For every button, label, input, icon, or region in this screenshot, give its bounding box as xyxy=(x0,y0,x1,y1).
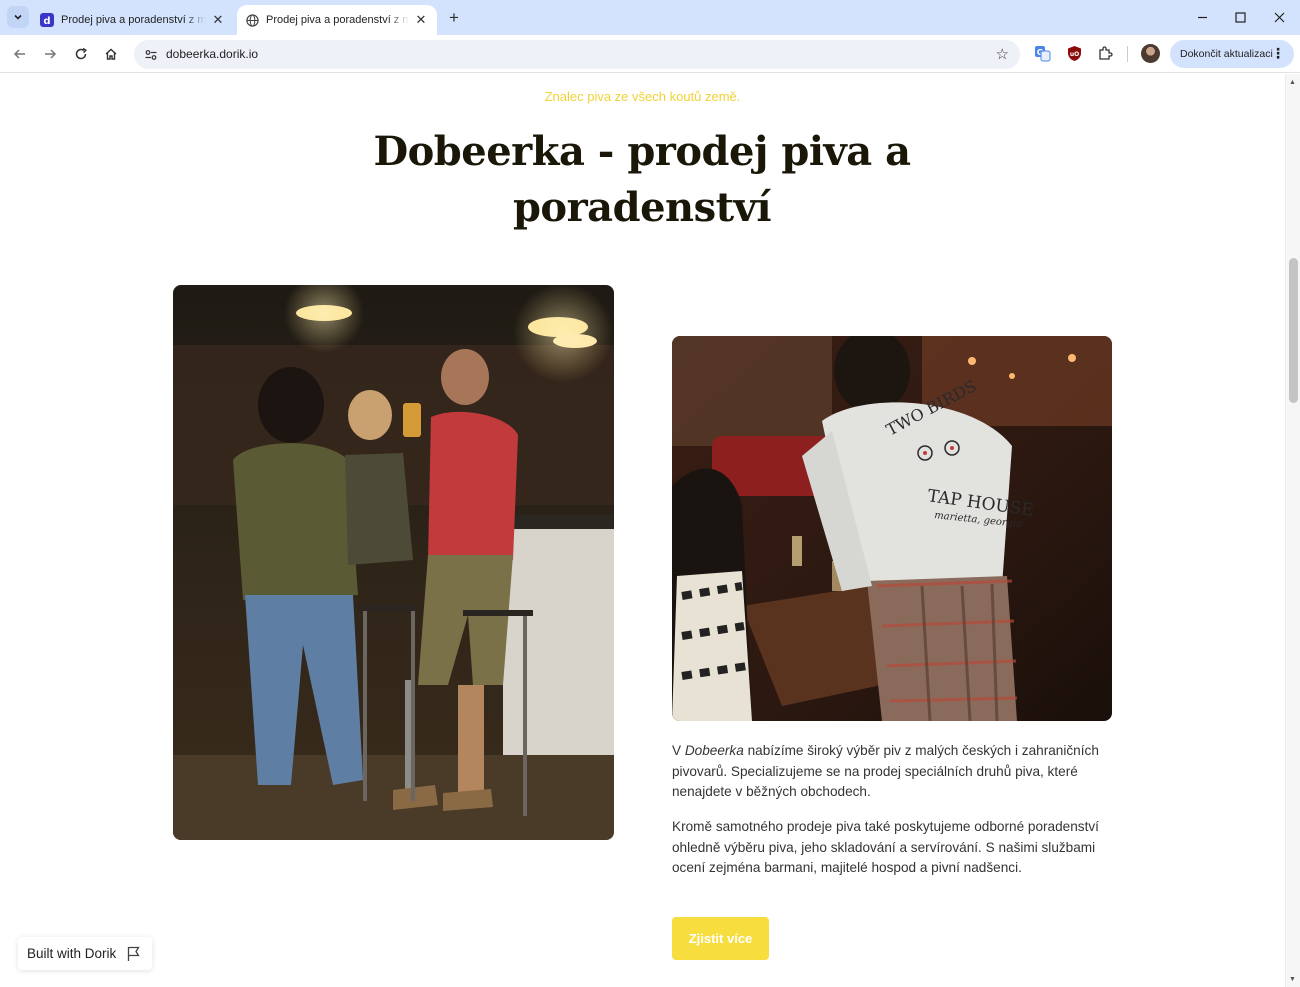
page-heading: Dobeerka - prodej piva a poradenství xyxy=(373,128,911,231)
close-icon xyxy=(1274,12,1284,22)
toolbar-separator xyxy=(1127,46,1128,62)
url-text: dobeerka.dorik.io xyxy=(166,47,259,61)
forward-button[interactable] xyxy=(38,42,62,66)
back-button[interactable] xyxy=(8,42,32,66)
tab-search-button[interactable] xyxy=(7,6,29,28)
page-viewport: Znalec piva ze všech koutů země. Dobeerk… xyxy=(0,74,1285,987)
built-with-dorik-badge[interactable]: Built with Dorik xyxy=(18,937,152,970)
tab-dorik[interactable]: d Prodej piva a poradenství z malých piv… xyxy=(32,5,234,35)
tagline: Znalec piva ze všech koutů země. xyxy=(544,89,741,104)
tab-title: Prodej piva a poradenství z malých pivov… xyxy=(61,14,206,26)
close-icon[interactable]: ✕ xyxy=(413,12,429,28)
svg-text:d: d xyxy=(43,16,50,27)
home-button[interactable] xyxy=(99,42,123,66)
arrow-left-icon xyxy=(13,49,25,59)
browser-toolbar: dobeerka.dorik.io ☆ G uO Dokončit aktual… xyxy=(0,35,1300,73)
maximize-icon xyxy=(1234,11,1246,23)
site-info-icon[interactable] xyxy=(143,47,158,62)
update-button-label: Dokončit aktualizaci xyxy=(1180,48,1273,60)
translate-extension-icon[interactable]: G xyxy=(1033,44,1051,62)
close-window-button[interactable] xyxy=(1267,6,1291,28)
minimize-icon xyxy=(1197,16,1207,18)
address-bar[interactable]: dobeerka.dorik.io ☆ xyxy=(134,40,1020,69)
new-tab-button[interactable]: + xyxy=(444,8,464,28)
reload-button[interactable] xyxy=(69,42,93,66)
bookmark-star-icon[interactable]: ☆ xyxy=(996,45,1009,63)
brand-name: Dobeerka xyxy=(684,743,744,758)
chevron-down-icon xyxy=(14,14,22,20)
finish-update-button[interactable]: Dokončit aktualizaci ⋮ xyxy=(1170,40,1294,68)
services-paragraph: Kromě samotného prodeje piva také poskyt… xyxy=(672,819,1099,875)
intro-paragraph: V Dobeerka nabízíme široký výběr piv z m… xyxy=(672,741,1118,803)
svg-text:uO: uO xyxy=(1069,51,1078,58)
tab-strip: d Prodej piva a poradenství z malých piv… xyxy=(0,0,1300,35)
badge-label: Built with Dorik xyxy=(27,946,117,961)
bar-photo-left xyxy=(173,285,614,840)
home-icon xyxy=(105,48,117,60)
intro-lead: V xyxy=(672,743,685,758)
minimize-button[interactable] xyxy=(1190,6,1214,28)
bar-photo-right: TWO BIRDS TAP HOUSE marietta, georgia xyxy=(672,336,1112,721)
reload-icon xyxy=(75,47,87,60)
maximize-button[interactable] xyxy=(1228,6,1252,28)
arrow-right-icon xyxy=(45,49,57,59)
page-scrollbar[interactable]: ▲ ▼ xyxy=(1285,74,1300,987)
more-menu-icon[interactable]: ⋮ xyxy=(1271,46,1285,60)
ublock-extension-icon[interactable]: uO xyxy=(1065,44,1083,62)
learn-more-button[interactable]: Zjistit více xyxy=(672,917,769,960)
profile-avatar[interactable] xyxy=(1141,44,1160,63)
scrollbar-thumb[interactable] xyxy=(1289,258,1298,403)
dorik-icon: d xyxy=(40,13,54,27)
close-icon[interactable]: ✕ xyxy=(210,12,226,28)
scroll-up-arrow-icon[interactable]: ▲ xyxy=(1289,79,1296,86)
globe-icon xyxy=(245,13,259,27)
tab-dobeerka[interactable]: Prodej piva a poradenství z malých pivov… xyxy=(237,5,437,35)
tab-title: Prodej piva a poradenství z malých pivov… xyxy=(266,14,409,26)
flag-icon xyxy=(127,946,140,961)
extensions-puzzle-icon[interactable] xyxy=(1096,44,1114,62)
scroll-down-arrow-icon[interactable]: ▼ xyxy=(1289,976,1296,983)
